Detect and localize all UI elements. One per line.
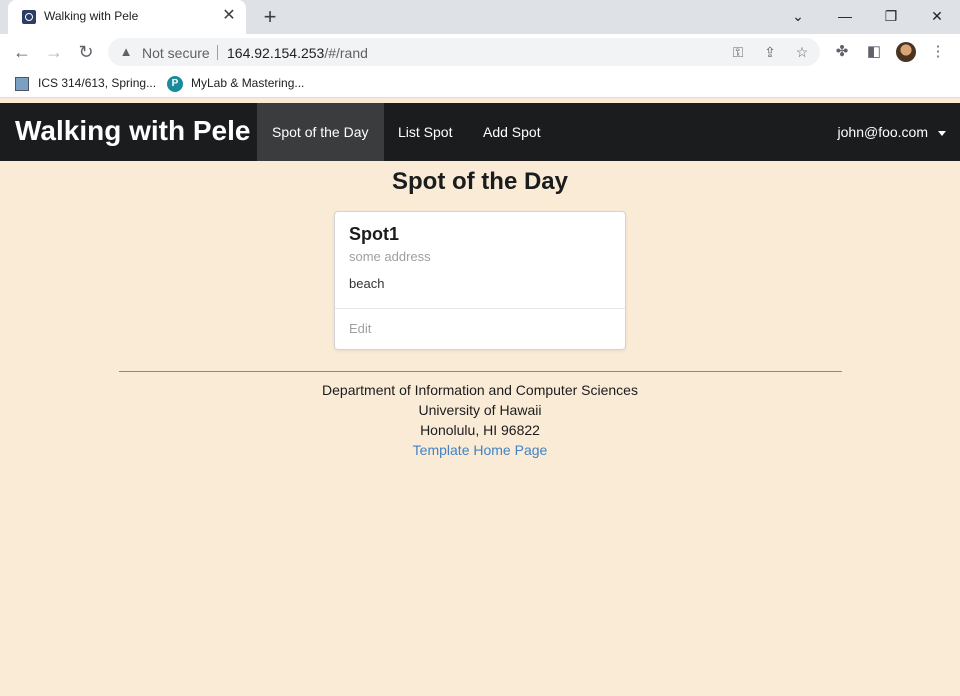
user-email: john@foo.com bbox=[837, 124, 928, 140]
security-label[interactable]: Not secure bbox=[142, 45, 210, 61]
nav-spot-of-the-day[interactable]: Spot of the Day bbox=[257, 103, 384, 161]
restore-icon[interactable]: ❐ bbox=[868, 0, 914, 32]
minimize-icon[interactable]: — bbox=[822, 0, 868, 32]
app-navbar: Walking with Pele Spot of the Day List S… bbox=[0, 103, 960, 161]
url-host: 164.92.154.253 bbox=[227, 45, 325, 61]
footer-address: Honolulu, HI 96822 bbox=[420, 422, 540, 438]
spot-name: Spot1 bbox=[349, 224, 400, 244]
tab-title: Walking with Pele bbox=[44, 9, 139, 23]
menu-kebab-icon[interactable]: ⋮ bbox=[926, 40, 950, 64]
share-icon[interactable]: ⇪ bbox=[760, 42, 780, 62]
profile-avatar[interactable] bbox=[896, 42, 916, 62]
edit-link[interactable]: Edit bbox=[349, 321, 371, 336]
back-icon[interactable]: ← bbox=[8, 38, 36, 66]
spot-description: beach bbox=[349, 276, 385, 291]
close-tab-icon[interactable]: ✕ bbox=[218, 5, 240, 27]
nav-add-spot[interactable]: Add Spot bbox=[468, 103, 556, 161]
browser-tab[interactable]: Walking with Pele ✕ bbox=[8, 0, 246, 34]
warning-icon[interactable]: ▲ bbox=[118, 44, 134, 60]
template-home-link[interactable]: Template Home Page bbox=[413, 442, 548, 458]
url-path: /#/rand bbox=[324, 45, 368, 61]
close-window-icon[interactable]: ✕ bbox=[914, 0, 960, 32]
bookmark-ics[interactable]: ICS 314/613, Spring... bbox=[38, 76, 156, 90]
address-bar[interactable]: ▲ Not secure 164.92.154.253/#/rand ⚿ ⇪ ☆ bbox=[108, 38, 820, 66]
spot-address: some address bbox=[349, 249, 431, 264]
spot-card: Spot1 some address beach Edit bbox=[334, 211, 626, 350]
bookmark-page-icon bbox=[15, 77, 29, 91]
page-title: Spot of the Day bbox=[391, 168, 568, 195]
forward-icon[interactable]: → bbox=[40, 38, 68, 66]
url-text[interactable]: 164.92.154.253/#/rand bbox=[227, 45, 368, 61]
tab-search-chevron-icon[interactable]: ⌄ bbox=[775, 0, 821, 32]
new-tab-icon[interactable]: + bbox=[257, 4, 283, 30]
card-extra-content: Edit bbox=[335, 308, 625, 350]
browser-tabstrip: Walking with Pele ✕ + ⌄ — ❐ ✕ bbox=[0, 0, 960, 34]
star-icon[interactable]: ☆ bbox=[792, 42, 812, 62]
user-dropdown[interactable]: john@foo.com bbox=[838, 103, 946, 161]
footer-divider bbox=[119, 371, 842, 372]
footer-university: University of Hawaii bbox=[418, 402, 542, 418]
footer-department: Department of Information and Computer S… bbox=[322, 382, 638, 398]
footer-link-row: Template Home Page bbox=[0, 442, 960, 458]
side-panel-icon[interactable]: ◧ bbox=[862, 40, 886, 64]
favicon-icon bbox=[22, 10, 36, 24]
reload-icon[interactable]: ↻ bbox=[72, 38, 100, 66]
bookmarks-bar: ICS 314/613, Spring... MyLab & Mastering… bbox=[0, 70, 960, 98]
key-icon[interactable]: ⚿ bbox=[728, 42, 748, 62]
brand-title[interactable]: Walking with Pele bbox=[15, 115, 250, 147]
nav-list-spot[interactable]: List Spot bbox=[383, 103, 467, 161]
pearson-icon: P bbox=[167, 76, 183, 92]
omnibox-divider bbox=[217, 45, 218, 60]
extensions-icon[interactable]: ✤ bbox=[830, 40, 854, 64]
browser-toolbar: ← → ↻ ▲ Not secure 164.92.154.253/#/rand… bbox=[0, 34, 960, 70]
bookmark-mylab[interactable]: MyLab & Mastering... bbox=[191, 76, 304, 90]
dropdown-caret-icon bbox=[938, 130, 946, 136]
